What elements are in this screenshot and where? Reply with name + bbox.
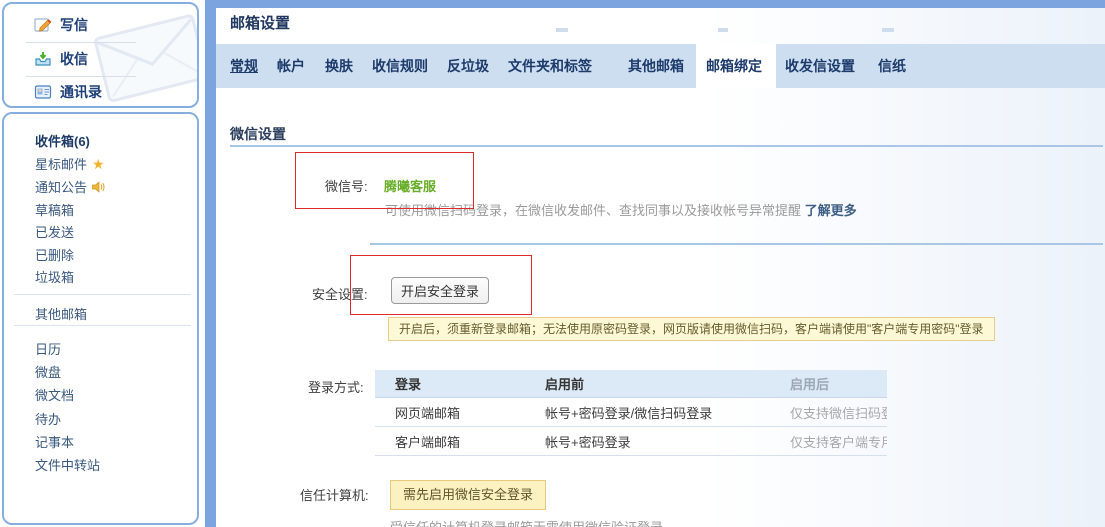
secure-login-tooltip: 开启后，须重新登录邮箱；无法使用原密码登录，网页版请使用微信扫码，客户端请使用"…: [388, 317, 995, 341]
header-after-enable: 启用后: [760, 374, 887, 393]
folders-panel: 收件箱(6) 星标邮件 ★ 通知公告 草稿箱 已发送 已删除 垃圾箱 其他邮箱: [2, 112, 199, 525]
wechat-description: 可使用微信扫码登录，在微信收发邮件、查找同事以及接收帐号异常提醒 了解更多: [385, 200, 857, 219]
sidebar-item-inbox[interactable]: 收件箱(6): [35, 131, 90, 150]
contacts-icon: [34, 83, 52, 101]
page-title: 邮箱设置: [230, 12, 290, 33]
sidebar-item-calendar[interactable]: 日历: [35, 339, 61, 358]
divider: [26, 76, 136, 77]
login-method-label: 登录方式:: [308, 377, 364, 396]
sidebar-item-file-transfer[interactable]: 文件中转站: [35, 455, 100, 474]
pencil-icon: [34, 16, 52, 34]
frame-artifact: [882, 28, 894, 32]
sidebar-item-sent[interactable]: 已发送: [35, 222, 74, 241]
cell-client-before: 帐号+密码登录: [520, 432, 760, 451]
table-row: 客户端邮箱 帐号+密码登录 仅支持客户端专用密码: [375, 427, 887, 456]
sidebar-item-weipan[interactable]: 微盘: [35, 362, 61, 381]
tab-folders-labels[interactable]: 文件夹和标签: [508, 44, 592, 88]
todo-label: 待办: [35, 409, 61, 428]
login-method-table: 登录 启用前 启用后 网页端邮箱 帐号+密码登录/微信扫码登录 仅支持微信扫码登…: [375, 370, 887, 456]
tab-inbox-rules[interactable]: 收信规则: [372, 44, 428, 88]
trusted-computer-description: 受信任的计算机登录邮箱无需使用微信验证登录: [390, 517, 663, 527]
compose-panel: 写信 收信 通讯录: [2, 2, 199, 108]
sent-label: 已发送: [35, 222, 74, 241]
tab-account[interactable]: 帐户: [277, 44, 305, 88]
section-title-wechat-settings: 微信设置: [230, 124, 286, 144]
announcements-label: 通知公告: [35, 177, 87, 196]
receive-button[interactable]: 收信: [34, 49, 88, 69]
wechat-id-label: 微信号:: [325, 176, 368, 195]
tab-other-mailbox[interactable]: 其他邮箱: [628, 44, 684, 88]
header-login: 登录: [375, 374, 520, 393]
file-transfer-label: 文件中转站: [35, 455, 100, 474]
divider: [26, 42, 136, 43]
star-icon: ★: [92, 157, 105, 171]
enable-secure-login-button[interactable]: 开启安全登录: [391, 277, 489, 304]
cell-client-mail: 客户端邮箱: [375, 432, 520, 451]
frame-artifact: [556, 28, 568, 32]
table-row: 网页端邮箱 帐号+密码登录/微信扫码登录 仅支持微信扫码登录: [375, 398, 887, 427]
learn-more-link[interactable]: 了解更多: [805, 203, 857, 218]
sidebar-item-junk[interactable]: 垃圾箱: [35, 267, 74, 286]
tab-send-receive-settings[interactable]: 收发信设置: [785, 44, 855, 88]
tab-stationery[interactable]: 信纸: [878, 44, 906, 88]
trusted-computer-label: 信任计算机:: [300, 485, 369, 504]
compose-label: 写信: [60, 15, 88, 35]
sidebar-item-drafts[interactable]: 草稿箱: [35, 200, 74, 219]
receive-label: 收信: [60, 49, 88, 69]
top-frame-bar: [205, 0, 1105, 8]
contacts-label: 通讯录: [60, 82, 102, 102]
security-settings-label: 安全设置:: [312, 284, 368, 303]
sidebar-item-other-mail[interactable]: 其他邮箱: [35, 304, 87, 323]
sidebar-item-todo[interactable]: 待办: [35, 409, 61, 428]
inbox-label: 收件箱(6): [35, 131, 90, 150]
section-underline: [230, 145, 1103, 147]
deleted-label: 已删除: [35, 245, 74, 264]
trusted-computer-badge: 需先启用微信安全登录: [390, 480, 546, 510]
wedoc-label: 微文档: [35, 385, 74, 404]
wechat-id-value: 腾曦客服: [384, 176, 436, 195]
section-divider: [370, 243, 1103, 245]
drafts-label: 草稿箱: [35, 200, 74, 219]
contacts-button[interactable]: 通讯录: [34, 82, 102, 102]
tab-antispam[interactable]: 反垃圾: [447, 44, 489, 88]
mail-settings-page: 写信 收信 通讯录 收件箱(6) 星标邮件 ★: [0, 0, 1105, 527]
inbox-icon: [34, 50, 52, 68]
cell-web-before: 帐号+密码登录/微信扫码登录: [520, 403, 760, 422]
calendar-label: 日历: [35, 339, 61, 358]
divider: [14, 325, 191, 326]
junk-label: 垃圾箱: [35, 267, 74, 286]
tab-general[interactable]: 常规: [230, 44, 258, 88]
speaker-icon: [92, 181, 105, 193]
divider: [14, 294, 191, 295]
cell-web-mail: 网页端邮箱: [375, 403, 520, 422]
notes-label: 记事本: [35, 432, 74, 451]
table-header-row: 登录 启用前 启用后: [375, 370, 887, 398]
wechat-description-text: 可使用微信扫码登录，在微信收发邮件、查找同事以及接收帐号异常提醒: [385, 203, 805, 218]
sidebar-item-deleted[interactable]: 已删除: [35, 245, 74, 264]
vertical-frame-bar: [205, 0, 216, 527]
frame-artifact: [718, 28, 728, 32]
starred-label: 星标邮件: [35, 154, 87, 173]
tab-skin[interactable]: 换肤: [325, 44, 353, 88]
cell-web-after: 仅支持微信扫码登录: [760, 403, 887, 422]
compose-button[interactable]: 写信: [34, 15, 88, 35]
weipan-label: 微盘: [35, 362, 61, 381]
sidebar-item-wedoc[interactable]: 微文档: [35, 385, 74, 404]
tab-mailbox-binding[interactable]: 邮箱绑定: [706, 44, 762, 88]
sidebar-item-starred[interactable]: 星标邮件 ★: [35, 154, 105, 173]
cell-client-after: 仅支持客户端专用密码: [760, 432, 887, 451]
header-before-enable: 启用前: [520, 374, 760, 393]
sidebar-item-notes[interactable]: 记事本: [35, 432, 74, 451]
sidebar-item-announcements[interactable]: 通知公告: [35, 177, 105, 196]
other-mail-label: 其他邮箱: [35, 304, 87, 323]
